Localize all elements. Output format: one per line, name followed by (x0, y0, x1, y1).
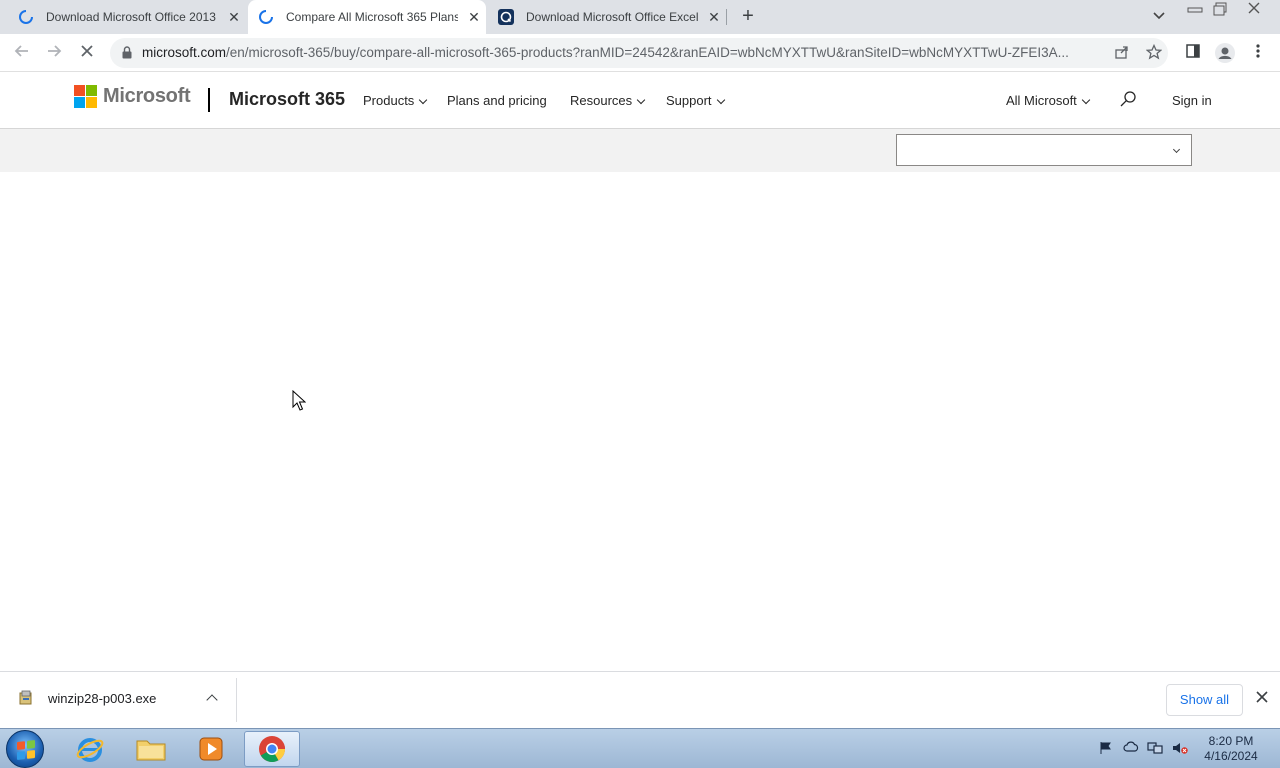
nav-label: Products (363, 93, 415, 108)
tab-title: Download Microsoft Office Excel (526, 10, 698, 24)
page-content (0, 172, 1280, 672)
chevron-down-icon (636, 95, 646, 105)
close-icon[interactable]: ✕ (706, 9, 722, 25)
tab-compare-m365-plans[interactable]: Compare All Microsoft 365 Plans ✕ (248, 0, 486, 34)
chevron-down-icon (1172, 145, 1181, 154)
tab-title: Compare All Microsoft 365 Plans (286, 10, 458, 24)
close-icon[interactable]: ✕ (226, 9, 242, 25)
nav-plans-and-pricing[interactable]: Plans and pricing (447, 93, 547, 108)
share-icon[interactable] (1113, 44, 1131, 62)
tab-separator (726, 9, 727, 25)
chrome-icon[interactable] (244, 731, 300, 767)
tab-search-icon[interactable] (1152, 10, 1166, 24)
filter-band (0, 129, 1280, 172)
installer-file-icon (18, 690, 34, 706)
chevron-down-icon (716, 95, 725, 105)
system-clock[interactable]: 8:20 PM 4/16/2024 (1196, 734, 1266, 764)
bookmark-star-icon[interactable] (1145, 43, 1163, 62)
cloud-icon[interactable] (1123, 741, 1139, 757)
internet-explorer-icon[interactable] (62, 731, 118, 767)
plan-filter-select[interactable] (896, 134, 1192, 166)
download-separator (236, 678, 237, 722)
forward-arrow-icon[interactable] (43, 42, 65, 64)
address-bar[interactable]: microsoft.com/en/microsoft-365/buy/compa… (110, 38, 1168, 68)
action-center-flag-icon[interactable] (1098, 741, 1114, 757)
start-button[interactable] (6, 730, 44, 768)
sign-in-link[interactable]: Sign in (1172, 93, 1212, 108)
tab-title: Download Microsoft Office 2013 (46, 10, 216, 24)
show-all-button[interactable]: Show all (1166, 684, 1243, 716)
new-tab-button[interactable]: + (738, 6, 758, 27)
tab-download-office-excel[interactable]: Download Microsoft Office Excel ✕ (488, 0, 728, 34)
chevron-down-icon (1081, 95, 1091, 105)
loading-spinner-icon (258, 9, 274, 25)
close-icon[interactable] (1253, 690, 1271, 708)
url-text[interactable]: microsoft.com/en/microsoft-365/buy/compa… (142, 45, 1106, 60)
tab-download-office-2013[interactable]: Download Microsoft Office 2013 ✕ (8, 0, 248, 34)
url-path: /en/microsoft-365/buy/compare-all-micros… (226, 45, 1069, 60)
clock-date: 4/16/2024 (1204, 749, 1258, 763)
all-microsoft-menu[interactable]: All Microsoft (1006, 93, 1091, 108)
browser-menu-icon[interactable] (1248, 43, 1268, 63)
download-bar: winzip28-p003.exe Show all (0, 671, 1280, 728)
media-player-icon[interactable] (183, 731, 239, 767)
profile-avatar-icon[interactable] (1215, 43, 1235, 63)
lock-icon[interactable] (122, 46, 132, 59)
browser-toolbar: microsoft.com/en/microsoft-365/buy/compa… (0, 34, 1280, 72)
microsoft-logo-icon (74, 85, 97, 108)
microsoft-logo[interactable]: Microsoft (74, 85, 191, 108)
download-item[interactable]: winzip28-p003.exe (18, 690, 198, 706)
header-divider (208, 88, 210, 112)
clock-time: 8:20 PM (1208, 734, 1254, 748)
search-icon[interactable] (1119, 90, 1137, 108)
site-header: Microsoft Microsoft 365 Products Plans a… (0, 72, 1280, 129)
windows-logo-icon (17, 740, 35, 760)
nav-support[interactable]: Support (666, 93, 725, 108)
nav-label: All Microsoft (1006, 93, 1077, 108)
chevron-down-icon (419, 95, 428, 105)
tab-strip: Download Microsoft Office 2013 ✕ Compare… (0, 0, 1280, 34)
nav-label: Plans and pricing (447, 93, 547, 108)
restore-icon[interactable] (1211, 2, 1229, 19)
volume-muted-icon[interactable] (1172, 741, 1188, 757)
close-icon[interactable]: ✕ (466, 9, 482, 25)
logo-text: Microsoft (103, 85, 191, 107)
nav-products[interactable]: Products (363, 93, 428, 108)
site-favicon-icon (498, 9, 514, 25)
windows-taskbar: 8:20 PM 4/16/2024 (0, 728, 1280, 768)
chevron-up-icon[interactable] (206, 694, 218, 706)
nav-label: Support (666, 93, 712, 108)
back-arrow-icon[interactable] (11, 42, 33, 64)
stop-loading-icon[interactable] (76, 42, 98, 64)
download-file-name: winzip28-p003.exe (48, 690, 157, 706)
minimize-icon[interactable] (1186, 2, 1204, 17)
file-explorer-icon[interactable] (123, 731, 179, 767)
network-icon[interactable] (1147, 741, 1163, 757)
window-close-icon[interactable] (1246, 1, 1262, 18)
brand-link[interactable]: Microsoft 365 (229, 89, 345, 110)
nav-label: Resources (570, 93, 633, 108)
nav-resources[interactable]: Resources (570, 93, 646, 108)
mouse-cursor-icon (292, 389, 307, 412)
side-panel-icon[interactable] (1183, 43, 1203, 63)
loading-spinner-icon (18, 9, 34, 25)
url-domain: microsoft.com (142, 45, 227, 60)
